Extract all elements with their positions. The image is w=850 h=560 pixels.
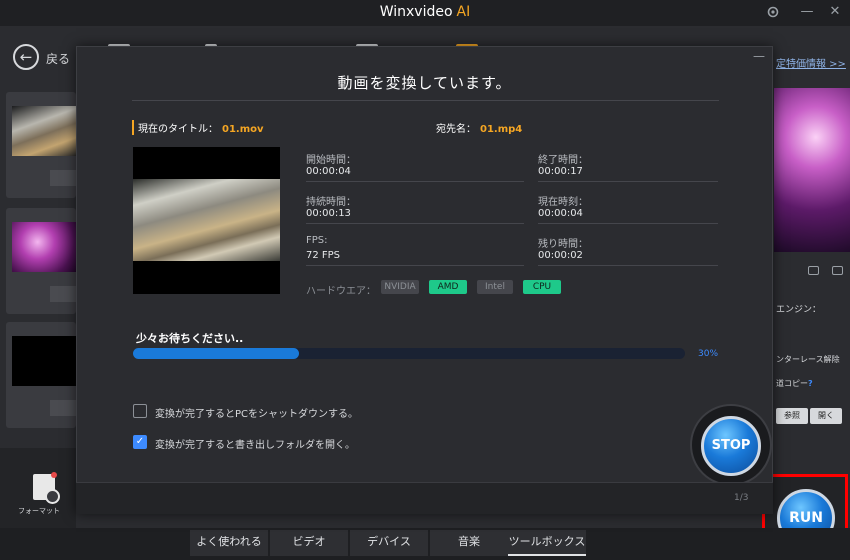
app-name-ai: AI [456, 4, 471, 20]
info-divider [306, 265, 524, 266]
progress-bar [133, 348, 685, 359]
dialog-footer [76, 482, 773, 514]
start-time-value: 00:00:04 [306, 166, 351, 177]
current-title-label: 現在のタイトル： [138, 124, 218, 135]
stop-button[interactable]: STOP [701, 416, 761, 476]
tab-toolbox[interactable]: ツールボックス [508, 530, 586, 556]
output-preview [774, 88, 850, 252]
fps-label: FPS: [306, 235, 328, 246]
current-title-value: 01.mov [222, 124, 264, 135]
hw-amd[interactable]: AMD [429, 280, 467, 294]
duration-label: 持続時間： [306, 197, 356, 208]
file-thumbnail [12, 106, 76, 156]
file-card-control[interactable] [50, 400, 76, 416]
destination-value: 01.mp4 [480, 124, 523, 135]
open-button[interactable]: 開く [810, 408, 842, 424]
back-icon[interactable]: ← [13, 44, 39, 70]
progress-fill [133, 348, 299, 359]
info-divider [538, 265, 718, 266]
end-time-label: 終了時間： [538, 155, 588, 166]
file-thumbnail [12, 336, 76, 386]
shutdown-checkbox[interactable] [133, 404, 147, 418]
wait-label: 少々お待ちください.. [136, 332, 244, 345]
tab-video[interactable]: ビデオ [270, 530, 348, 556]
info-divider [538, 223, 718, 224]
folder-icon[interactable] [832, 266, 843, 275]
start-time-label: 開始時間： [306, 155, 356, 166]
hw-intel[interactable]: Intel [477, 280, 513, 294]
copy-label: 道コピー? [776, 378, 813, 389]
current-time-value: 00:00:04 [538, 208, 583, 219]
file-thumbnail [12, 222, 76, 272]
destination: 宛先名： 01.mp4 [436, 120, 522, 135]
settings-icon[interactable] [764, 3, 782, 21]
format-label[interactable]: フォーマット [18, 506, 60, 516]
video-frame [133, 179, 280, 261]
tab-device[interactable]: デバイス [350, 530, 428, 556]
open-folder-checkbox[interactable]: ✓ [133, 435, 147, 449]
tab-music[interactable]: 音楽 [430, 530, 508, 556]
shutdown-label[interactable]: 変換が完了するとPCをシャットダウンする。 [155, 405, 358, 420]
engine-label: エンジン： [776, 305, 822, 315]
info-divider [306, 223, 524, 224]
open-folder-label[interactable]: 変換が完了すると書き出しフォルダを開く。 [155, 436, 355, 451]
help-icon[interactable]: ? [808, 379, 813, 388]
page-indicator: 1/3 [734, 493, 749, 503]
end-time-value: 00:00:17 [538, 166, 583, 177]
file-card[interactable] [6, 92, 76, 198]
app-name: Winxvideo [379, 4, 453, 20]
close-button[interactable]: ✕ [826, 3, 844, 21]
hardware-label: ハードウエア： [306, 286, 376, 297]
file-card-control[interactable] [50, 170, 76, 186]
remaining-value: 00:00:02 [538, 250, 583, 261]
dialog-minimize-button[interactable]: — [753, 50, 765, 62]
notification-dot [51, 472, 57, 478]
snapshot-icon[interactable] [808, 266, 819, 275]
duration-value: 00:00:13 [306, 208, 351, 219]
dialog-title: 動画を変換しています。 [337, 74, 512, 92]
info-divider [306, 181, 524, 182]
hw-nvidia[interactable]: NVIDIA [381, 280, 419, 294]
minimize-button[interactable]: — [798, 3, 816, 21]
info-divider [538, 181, 718, 182]
fps-value: 72 FPS [306, 250, 341, 261]
back-label[interactable]: 戻る [46, 50, 70, 67]
format-icon[interactable] [33, 474, 60, 504]
remaining-label: 残り時間： [538, 239, 588, 250]
file-card[interactable] [6, 322, 76, 428]
tab-popular[interactable]: よく使われる [190, 530, 268, 556]
file-card[interactable] [6, 208, 76, 314]
current-time-label: 現在時刻： [538, 197, 588, 208]
dialog-divider [132, 100, 719, 101]
browse-button[interactable]: 参照 [776, 408, 808, 424]
progress-percent: 30% [698, 349, 719, 359]
promo-link[interactable]: 定特価情報 >> [776, 55, 846, 70]
file-list [0, 88, 76, 448]
file-card-control[interactable] [50, 286, 76, 302]
app-title: Winxvideo AI [0, 4, 850, 20]
destination-label: 宛先名： [436, 124, 476, 135]
copy-label-text: 道コピー [776, 379, 808, 388]
current-title: 現在のタイトル： 01.mov [132, 120, 264, 135]
deinterlace-label: ンターレース解除 [776, 355, 840, 364]
hw-cpu[interactable]: CPU [523, 280, 561, 294]
